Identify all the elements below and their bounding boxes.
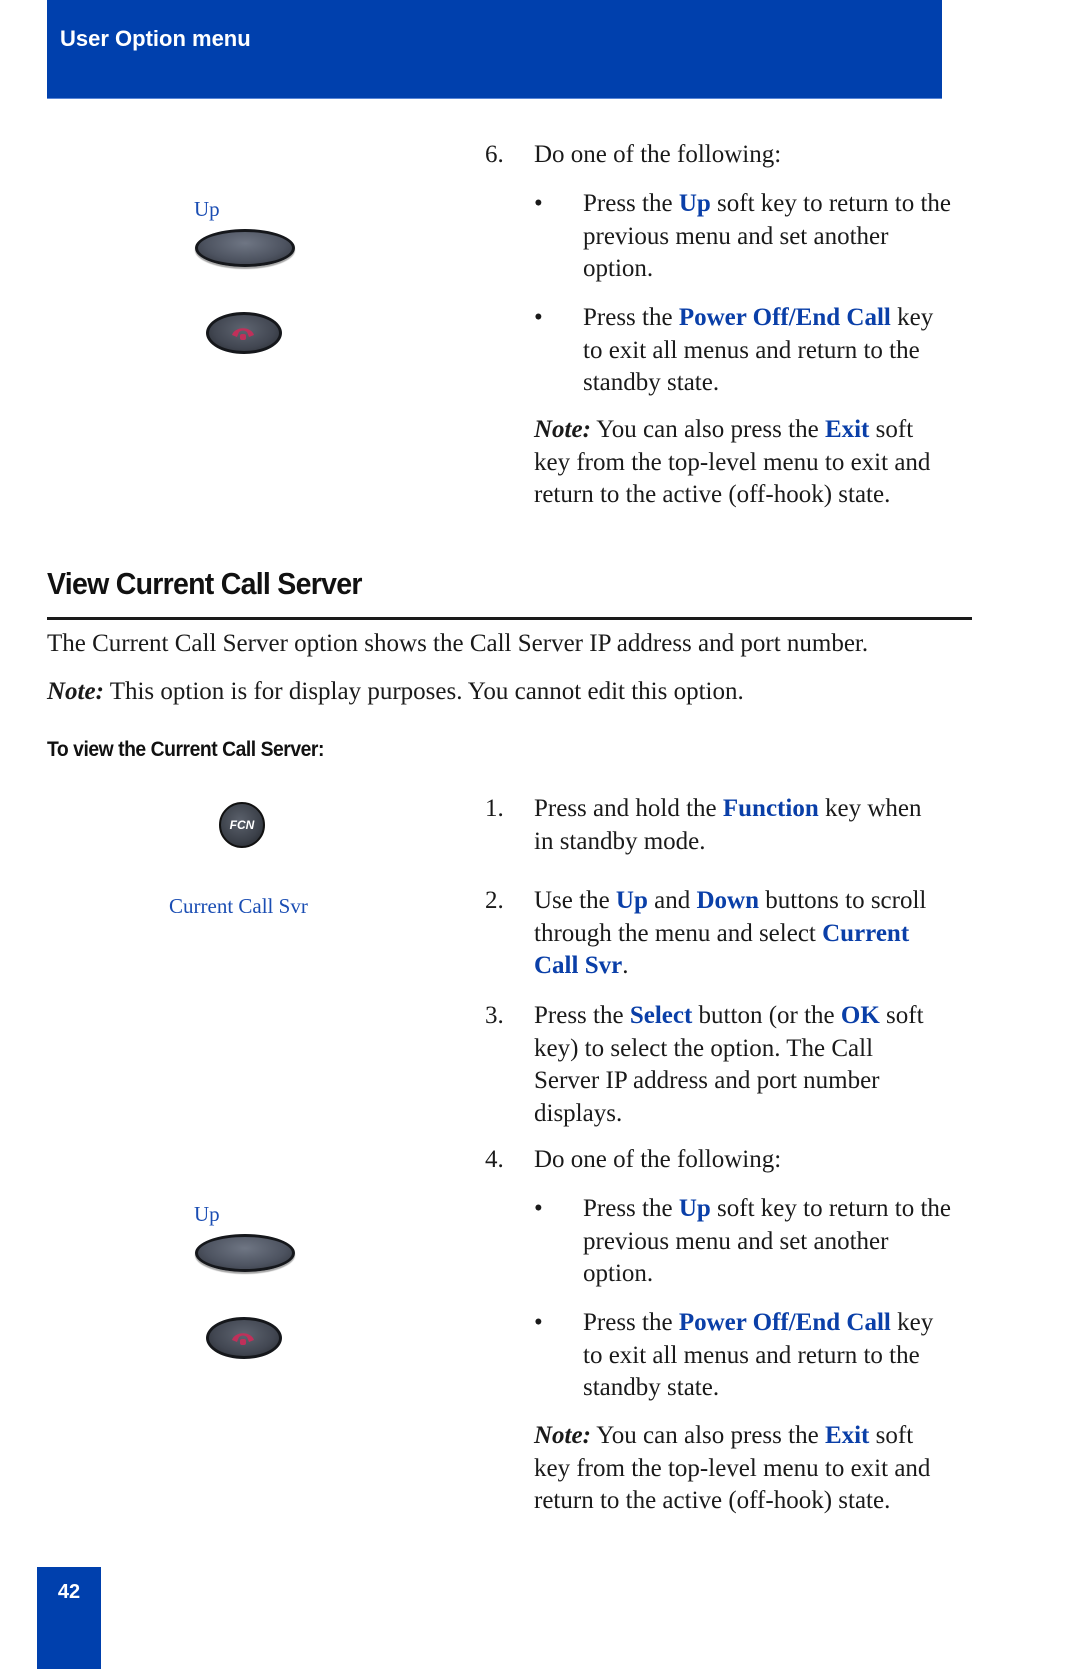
key-name: Call Svr [534, 952, 623, 979]
section-divider [47, 617, 972, 620]
step-1: Press and hold the Function key when in … [534, 793, 1004, 858]
procedure-heading: To view the Current Call Server: [47, 738, 324, 761]
key-name: OK [840, 1002, 880, 1029]
bullet-icon: • [534, 190, 543, 217]
softkey-icon [195, 229, 295, 267]
bullet-icon: • [534, 1309, 543, 1336]
softkey-label-up: Up [194, 197, 220, 221]
text: key [890, 304, 934, 331]
text: Press the [583, 1309, 679, 1336]
note: Note: You can also press the Exit soft k… [534, 414, 994, 512]
key-name: Up [678, 1195, 711, 1222]
text: Press the [583, 1195, 679, 1222]
key-name: Current [822, 919, 910, 947]
bullet-icon: • [534, 304, 543, 331]
end-call-key-icon [206, 1317, 282, 1359]
text: key when [818, 795, 922, 822]
text: This option is for display purposes. You… [103, 678, 744, 705]
text: option. [583, 1260, 654, 1287]
text: soft [869, 1422, 914, 1449]
softkey-label-up: Up [194, 1202, 220, 1226]
text: previous menu and set another [583, 222, 889, 250]
text: standby state. [583, 1374, 720, 1401]
text: buttons to scroll [759, 887, 927, 914]
text: Press the [583, 304, 679, 331]
text: through the menu and select [534, 919, 823, 947]
bullet-item: Press the Up soft key to return to the p… [583, 1193, 1003, 1291]
text: return to the active (off-hook) state. [534, 481, 891, 508]
text: key) to select the option. The Call [534, 1034, 874, 1062]
text: Press and hold the [534, 795, 723, 822]
text: to exit all menus and return to the [583, 1341, 920, 1369]
chapter-header: User Option menu [47, 0, 942, 99]
text: soft [869, 416, 914, 443]
text: return to the active (off-hook) state. [534, 1487, 891, 1514]
text: soft [879, 1002, 924, 1029]
page-number: 42 [57, 1581, 81, 1603]
note-label: Note: [47, 678, 104, 705]
key-name: Down [696, 887, 760, 914]
text: to exit all menus and return to the [583, 336, 920, 364]
text: You can also press the [590, 1422, 825, 1449]
text: key [890, 1309, 934, 1336]
text: option. [583, 255, 654, 282]
bullet-item: Press the Power Off/End Call key to exit… [583, 302, 1003, 400]
text: displays. [534, 1099, 623, 1127]
note-label: Note: [534, 416, 591, 443]
bullet-item: Press the Up soft key to return to the p… [583, 188, 1003, 286]
key-name: Up [615, 887, 648, 914]
key-name: Select [629, 1002, 693, 1029]
bullet-item: Press the Power Off/End Call key to exit… [583, 1307, 1003, 1405]
function-key-icon: FCN [219, 802, 265, 848]
text: key from the top-level menu to exit and [534, 448, 931, 476]
display-label: Current Call Svr [169, 894, 308, 918]
text: Server IP address and port number [534, 1067, 880, 1094]
key-name: Power Off/End Call [678, 304, 891, 331]
step-text: Do one of the following: [534, 141, 782, 168]
text: previous menu and set another [583, 1227, 889, 1255]
step-number: 6. [485, 141, 504, 168]
section-title: View Current Call Server [47, 566, 362, 601]
page-number-tab: 42 [37, 1567, 101, 1669]
step-text: Do one of the following: [534, 1146, 782, 1173]
key-name: Function [722, 795, 819, 822]
text: Press the [583, 190, 679, 217]
step-number: 4. [485, 1146, 504, 1173]
text: in standby mode. [534, 827, 706, 855]
step-number: 1. [485, 795, 504, 822]
step-2: Use the Up and Down buttons to scroll th… [534, 885, 1004, 983]
key-name: Up [678, 190, 711, 217]
text: soft key to return to the [710, 190, 952, 217]
text: key from the top-level menu to exit and [534, 1454, 931, 1482]
step-number: 2. [485, 887, 504, 914]
key-name: Power Off/End Call [678, 1309, 891, 1336]
text: soft key to return to the [710, 1195, 952, 1222]
softkey-icon [195, 1234, 295, 1272]
text: You can also press the [590, 416, 825, 443]
text: standby state. [583, 369, 720, 396]
text: Use the [534, 887, 616, 914]
step-3: Press the Select button (or the OK soft … [534, 1000, 1004, 1130]
chapter-title: User Option menu [60, 26, 251, 51]
key-name: Exit [824, 416, 870, 443]
text: Press the [534, 1002, 630, 1029]
end-call-key-icon [206, 312, 282, 354]
step-number: 3. [485, 1002, 504, 1029]
key-name: Exit [824, 1422, 870, 1449]
section-intro: The Current Call Server option shows the… [47, 630, 869, 657]
section-note: Note: This option is for display purpose… [47, 676, 744, 709]
note-label: Note: [534, 1422, 591, 1449]
note: Note: You can also press the Exit soft k… [534, 1420, 994, 1518]
text: button (or the [692, 1002, 841, 1029]
text: . [622, 952, 629, 979]
bullet-icon: • [534, 1195, 543, 1222]
text: and [647, 887, 697, 914]
